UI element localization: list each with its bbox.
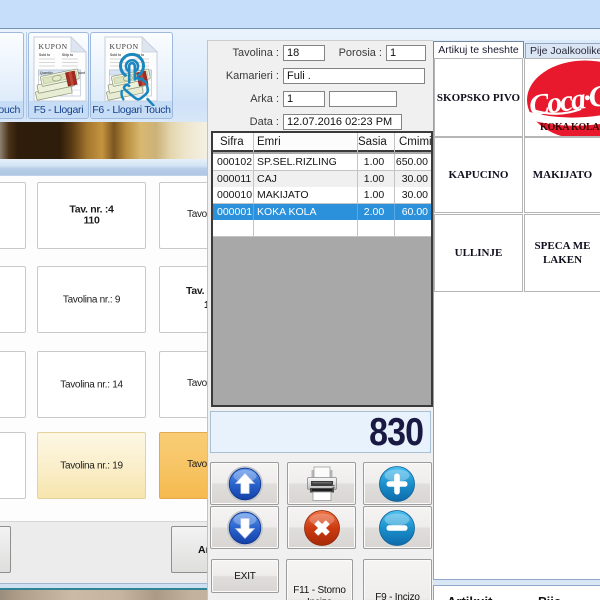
svg-text:Sold to: Sold to	[110, 53, 121, 57]
svg-text:Ship to: Ship to	[62, 53, 73, 57]
svg-text:KUPON: KUPON	[110, 42, 139, 51]
svg-text:Sold to: Sold to	[39, 53, 50, 57]
svg-text:KUPON: KUPON	[39, 42, 68, 51]
